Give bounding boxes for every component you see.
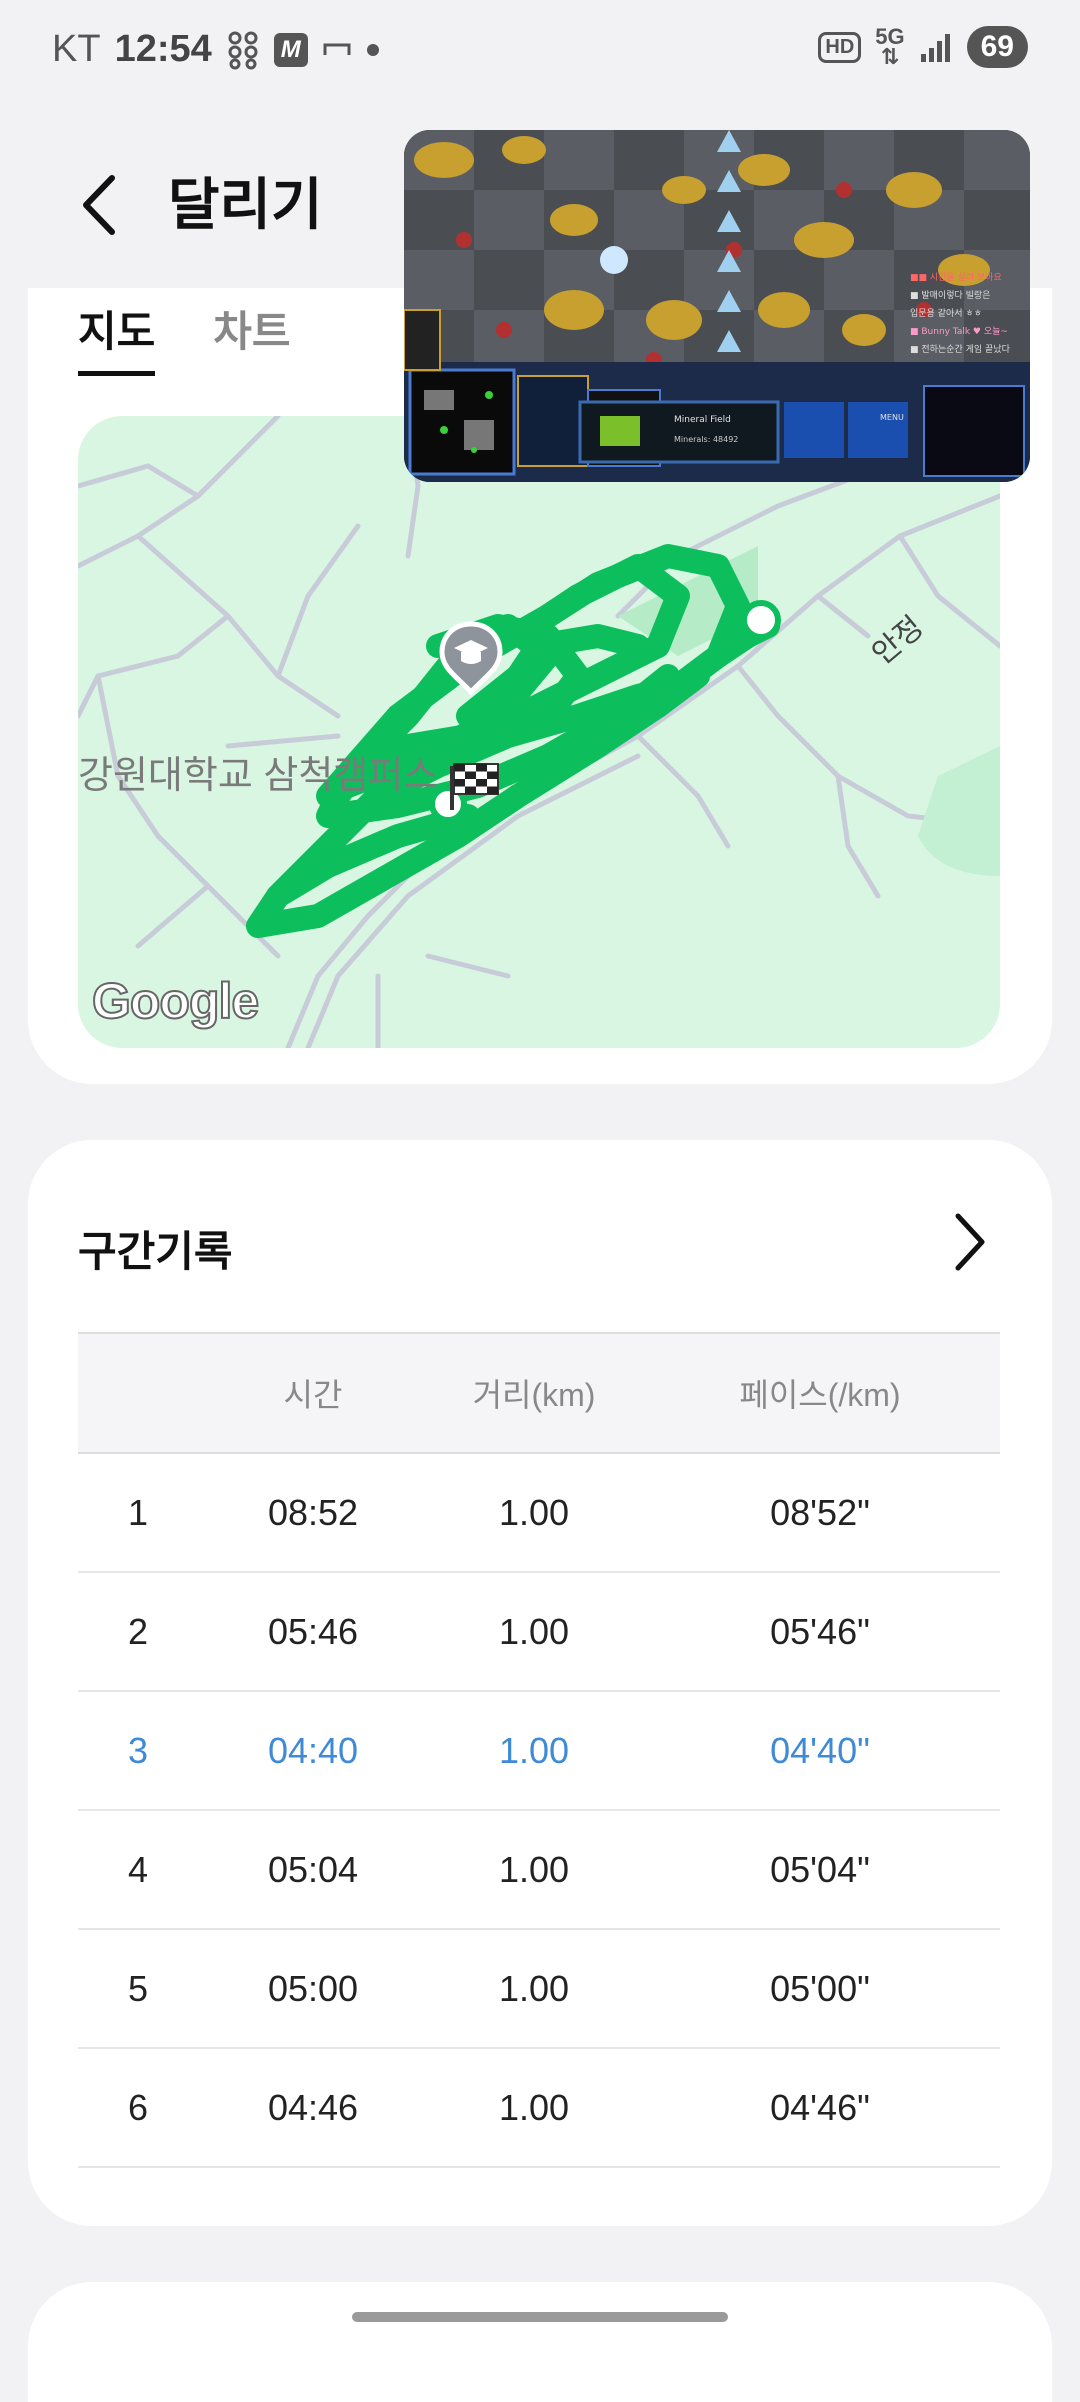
status-bar: KT 12:54 M HD 5G ⇅ 69 — [0, 0, 1080, 100]
svg-text:■ Bunny Talk ♥ 오늘~: ■ Bunny Talk ♥ 오늘~ — [910, 326, 1008, 337]
signal-icon — [919, 32, 953, 62]
lap-pace: 05'04" — [640, 1810, 1000, 1930]
battery-indicator: 69 — [966, 26, 1028, 68]
pip-panel-sub: Minerals: 48492 — [674, 435, 738, 444]
5g-icon: 5G ⇅ — [875, 24, 905, 69]
pip-panel-title: Mineral Field — [674, 415, 731, 425]
tab-map[interactable]: 지도 — [78, 298, 156, 376]
lap-pace: 04'40" — [640, 1691, 1000, 1811]
m-app-icon: M — [273, 32, 308, 67]
header-no — [78, 1333, 198, 1453]
bracket-icon — [322, 35, 352, 65]
lap-distance: 1.00 — [428, 1691, 640, 1811]
game-screen-image: ■■ 시간을 살려 보아요 ■ 발매이렇다 빌랑은 입문용 같아서 ㅎㅎ ■ B… — [404, 130, 1030, 482]
clock: 12:54 — [114, 28, 212, 70]
pip-video-window[interactable]: ■■ 시간을 살려 보아요 ■ 발매이렇다 빌랑은 입문용 같아서 ㅎㅎ ■ B… — [404, 130, 1030, 482]
lap-table-header: 시간 거리(km) 페이스(/km) — [78, 1333, 1000, 1453]
lap-pace: 04'46" — [640, 2048, 1000, 2168]
table-row: 2 05:46 1.00 05'46" — [78, 1572, 1000, 1692]
campus-label: 강원대학교 삼척캠퍼스 — [78, 755, 439, 797]
back-button[interactable] — [72, 170, 132, 240]
table-row: 1 08:52 1.00 08'52" — [78, 1453, 1000, 1573]
dot-icon — [366, 43, 380, 57]
header-time: 시간 — [283, 1377, 343, 1413]
svg-text:■ 발매이렇다 빌랑은: ■ 발매이렇다 빌랑은 — [910, 289, 990, 301]
lap-distance: 1.00 — [428, 1810, 640, 1930]
lap-records-card: 구간기록 시간 거리(km) 페이스(/km) 1 08:52 1.00 08'… — [28, 1140, 1052, 2226]
lap-time: 04:46 — [198, 2048, 428, 2168]
map-roads — [78, 416, 1000, 1048]
lap-number: 3 — [78, 1691, 198, 1811]
svg-text:■■ 시간을 살려 보아요: ■■ 시간을 살려 보아요 — [910, 272, 1002, 283]
google-logo: Google — [91, 972, 260, 1030]
table-row: 6 04:46 1.00 04'46" — [78, 2048, 1000, 2168]
lap-time: 05:00 — [198, 1929, 428, 2049]
chevron-left-icon — [83, 175, 115, 235]
lap-time: 05:46 — [198, 1572, 428, 1692]
chevron-right-icon — [955, 1213, 985, 1271]
lap-distance: 1.00 — [428, 1929, 640, 2049]
lap-records-more-button[interactable] — [944, 1210, 994, 1274]
route-map[interactable]: 강원대학교 삼척캠퍼스 안정 Google — [78, 416, 1000, 1048]
dots-grid-icon — [226, 30, 260, 70]
home-indicator[interactable] — [352, 2312, 728, 2322]
lap-number: 1 — [78, 1453, 198, 1573]
table-row: 4 05:04 1.00 05'04" — [78, 1810, 1000, 1930]
header-distance: 거리(km) — [472, 1377, 596, 1413]
lap-pace: 05'00" — [640, 1929, 1000, 2049]
svg-text:■ 전하는순간 게임 끝났다: ■ 전하는순간 게임 끝났다 — [910, 343, 1011, 355]
carrier-label: KT — [52, 28, 101, 70]
pip-menu-label: MENU — [880, 413, 904, 422]
lap-time: 08:52 — [198, 1453, 428, 1573]
lap-time: 04:40 — [198, 1691, 428, 1811]
lap-pace: 08'52" — [640, 1453, 1000, 1573]
hd-voice-icon: HD — [818, 31, 862, 63]
5g-label: 5G — [875, 24, 905, 49]
lap-number: 4 — [78, 1810, 198, 1930]
lap-distance: 1.00 — [428, 2048, 640, 2168]
status-bar-right: HD 5G ⇅ 69 — [818, 26, 1028, 68]
lap-records-title: 구간기록 — [78, 1228, 233, 1275]
lap-table: 시간 거리(km) 페이스(/km) 1 08:52 1.00 08'52" 2… — [78, 1332, 1000, 2168]
lap-number: 2 — [78, 1572, 198, 1692]
table-row: 5 05:00 1.00 05'00" — [78, 1929, 1000, 2049]
svg-text:입문용 같아서 ㅎㅎ: 입문용 같아서 ㅎㅎ — [910, 307, 982, 319]
lap-time: 05:04 — [198, 1810, 428, 1930]
next-card-peek — [28, 2282, 1052, 2402]
lap-number: 6 — [78, 2048, 198, 2168]
page-title: 달리기 — [168, 173, 323, 236]
lap-pace: 05'46" — [640, 1572, 1000, 1692]
header-pace: 페이스(/km) — [739, 1377, 901, 1413]
lap-distance: 1.00 — [428, 1453, 640, 1573]
table-row-highlighted: 3 04:40 1.00 04'40" — [78, 1691, 1000, 1811]
lap-number: 5 — [78, 1929, 198, 2049]
status-bar-left: KT 12:54 M — [52, 28, 380, 71]
lap-distance: 1.00 — [428, 1572, 640, 1692]
tab-chart[interactable]: 차트 — [213, 298, 290, 376]
view-tabs: 지도 차트 — [78, 298, 291, 376]
